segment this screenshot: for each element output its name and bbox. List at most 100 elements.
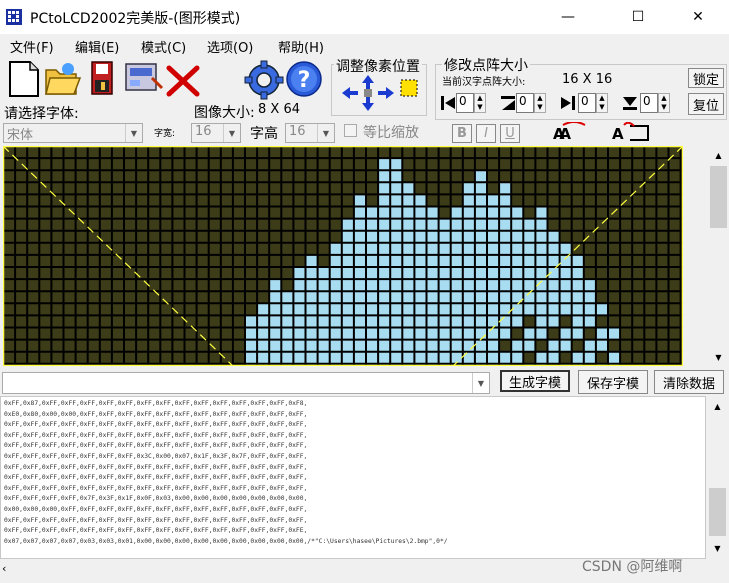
pixel-on[interactable]: [523, 230, 536, 243]
pixel-on[interactable]: [353, 254, 366, 267]
pixel-on[interactable]: [305, 327, 318, 340]
pixel-on[interactable]: [366, 206, 379, 219]
pixel-on[interactable]: [293, 291, 306, 304]
pixel-on[interactable]: [487, 267, 500, 280]
pixel-on[interactable]: [329, 339, 342, 352]
pixel-on[interactable]: [281, 315, 294, 328]
pixel-on[interactable]: [426, 267, 439, 280]
pixel-on[interactable]: [535, 291, 548, 304]
pixel-on[interactable]: [547, 351, 560, 364]
pixel-on[interactable]: [487, 230, 500, 243]
pixel-on[interactable]: [366, 339, 379, 352]
pixel-on[interactable]: [511, 339, 524, 352]
pixel-on[interactable]: [487, 327, 500, 340]
pixel-on[interactable]: [511, 315, 524, 328]
pixel-on[interactable]: [366, 218, 379, 231]
pixel-on[interactable]: [438, 291, 451, 304]
pixel-on[interactable]: [450, 230, 463, 243]
pixel-on[interactable]: [329, 279, 342, 292]
gear-icon[interactable]: [244, 60, 284, 100]
pixel-on[interactable]: [499, 218, 512, 231]
top-spin-input[interactable]: 0: [516, 93, 534, 113]
pixel-on[interactable]: [269, 291, 282, 304]
bold-button[interactable]: B: [452, 124, 472, 143]
pixel-on[interactable]: [378, 254, 391, 267]
pixel-on[interactable]: [329, 242, 342, 255]
delete-icon[interactable]: [165, 64, 201, 98]
pixel-on[interactable]: [535, 206, 548, 219]
pixel-on[interactable]: [305, 267, 318, 280]
pixel-on[interactable]: [414, 267, 427, 280]
pixel-on[interactable]: [378, 242, 391, 255]
scroll-left-icon[interactable]: ‹: [2, 562, 18, 578]
pixel-on[interactable]: [402, 315, 415, 328]
pixel-on[interactable]: [390, 230, 403, 243]
pixel-on[interactable]: [414, 230, 427, 243]
pixel-on[interactable]: [535, 303, 548, 316]
pixel-on[interactable]: [426, 351, 439, 364]
pixel-on[interactable]: [608, 351, 621, 364]
generate-button[interactable]: 生成字模: [500, 370, 570, 392]
pixel-on[interactable]: [341, 339, 354, 352]
pixel-on[interactable]: [378, 315, 391, 328]
pixel-on[interactable]: [438, 242, 451, 255]
pixel-on[interactable]: [559, 339, 572, 352]
pixel-on[interactable]: [487, 279, 500, 292]
pixel-on[interactable]: [341, 303, 354, 316]
pixel-on[interactable]: [474, 267, 487, 280]
pixel-on[interactable]: [583, 351, 596, 364]
pixel-on[interactable]: [402, 254, 415, 267]
help-icon[interactable]: ?: [285, 60, 323, 98]
pixel-on[interactable]: [378, 218, 391, 231]
pixel-on[interactable]: [487, 206, 500, 219]
pixel-on[interactable]: [499, 315, 512, 328]
pixel-on[interactable]: [414, 339, 427, 352]
pixel-on[interactable]: [438, 279, 451, 292]
pixel-on[interactable]: [402, 327, 415, 340]
pixel-on[interactable]: [281, 339, 294, 352]
pixel-on[interactable]: [523, 242, 536, 255]
pixel-on[interactable]: [571, 327, 584, 340]
pixel-on[interactable]: [571, 267, 584, 280]
pixel-on[interactable]: [378, 170, 391, 183]
pixel-on[interactable]: [462, 351, 475, 364]
clear-data-button[interactable]: 清除数据: [654, 370, 724, 394]
pixel-on[interactable]: [523, 267, 536, 280]
pixel-on[interactable]: [378, 351, 391, 364]
pixel-on[interactable]: [462, 315, 475, 328]
pixel-on[interactable]: [462, 267, 475, 280]
pixel-on[interactable]: [462, 182, 475, 195]
underline-button[interactable]: U: [500, 124, 520, 143]
pixel-on[interactable]: [366, 315, 379, 328]
left-spin-input[interactable]: 0: [456, 93, 474, 113]
pixel-on[interactable]: [269, 351, 282, 364]
menu-edit[interactable]: 编辑(E): [75, 37, 119, 56]
pixel-on[interactable]: [535, 315, 548, 328]
pixel-on[interactable]: [450, 206, 463, 219]
pixel-on[interactable]: [595, 327, 608, 340]
pixel-on[interactable]: [390, 254, 403, 267]
pixel-on[interactable]: [402, 218, 415, 231]
pixel-on[interactable]: [269, 315, 282, 328]
pixel-on[interactable]: [559, 291, 572, 304]
pixel-on[interactable]: [341, 267, 354, 280]
pixel-on[interactable]: [245, 327, 258, 340]
output-scrollbar[interactable]: ▲ ▼: [706, 396, 729, 559]
pixel-on[interactable]: [487, 303, 500, 316]
pixel-on[interactable]: [293, 303, 306, 316]
pixel-on[interactable]: [499, 303, 512, 316]
pixel-on[interactable]: [462, 242, 475, 255]
pixel-on[interactable]: [366, 267, 379, 280]
pixel-on[interactable]: [329, 267, 342, 280]
pixel-on[interactable]: [438, 315, 451, 328]
pixel-on[interactable]: [487, 351, 500, 364]
pixel-on[interactable]: [499, 351, 512, 364]
pixel-on[interactable]: [317, 351, 330, 364]
pixel-on[interactable]: [438, 351, 451, 364]
pixel-on[interactable]: [305, 291, 318, 304]
pixel-on[interactable]: [402, 242, 415, 255]
minimize-button[interactable]: —: [545, 0, 591, 34]
pixel-on[interactable]: [559, 327, 572, 340]
menu-file[interactable]: 文件(F): [10, 37, 54, 56]
pixel-on[interactable]: [426, 218, 439, 231]
